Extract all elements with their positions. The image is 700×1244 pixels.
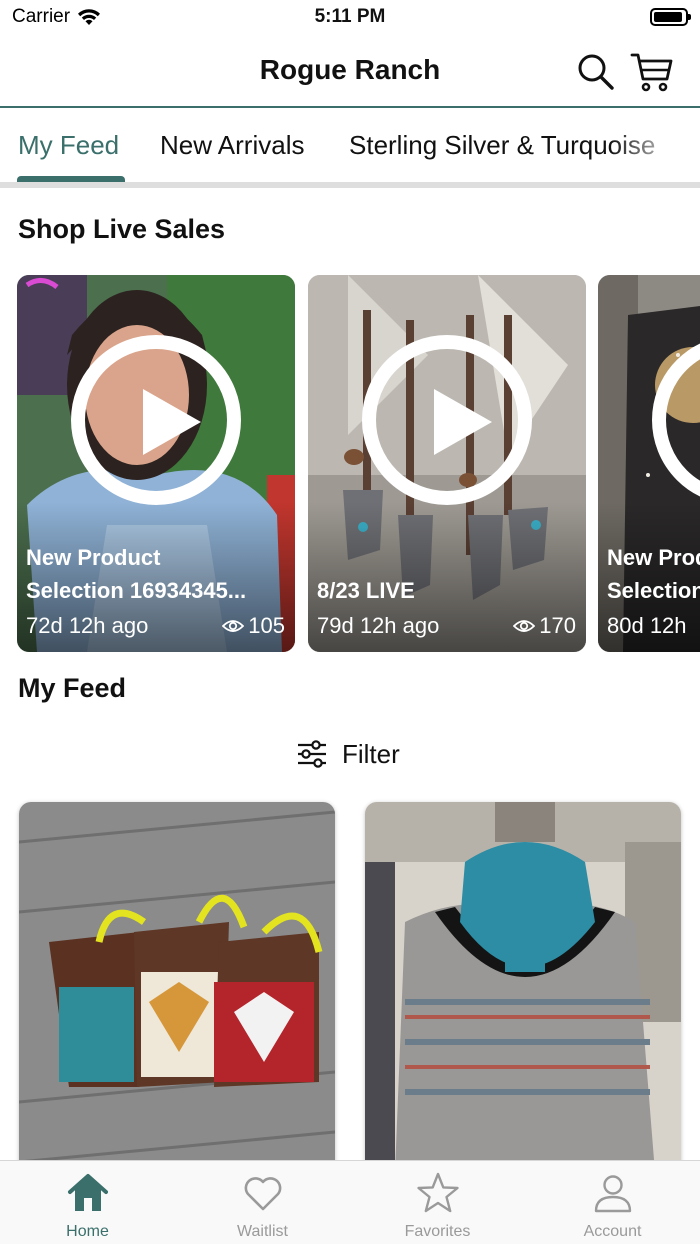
live-sale-views: 170 (513, 613, 576, 639)
battery-icon (650, 8, 691, 26)
live-sale-time: 80d 12h (607, 613, 687, 638)
product-image (19, 802, 335, 1172)
filter-label: Filter (342, 738, 400, 769)
nav-home-label: Home (66, 1223, 109, 1240)
user-icon (594, 1175, 632, 1213)
star-icon (417, 1172, 459, 1213)
live-sale-title-line2: Selection 16934345... (26, 578, 247, 603)
search-button[interactable] (574, 50, 618, 94)
nav-account-label: Account (583, 1223, 642, 1240)
live-sale-time: 72d 12h ago (26, 613, 149, 638)
live-sale-title: 8/23 LIVE (317, 574, 576, 607)
live-sale-card[interactable]: New Product Selection 80d 12h (598, 275, 700, 652)
live-sale-title: New Product Selection (607, 541, 700, 607)
nav-favorites[interactable]: Favorites (350, 1161, 525, 1244)
tab-new-arrivals[interactable]: New Arrivals (160, 130, 304, 161)
eye-icon (222, 620, 245, 632)
play-icon (362, 335, 532, 505)
view-count: 105 (248, 613, 285, 638)
active-tab-indicator (17, 176, 125, 182)
eye-icon (513, 620, 536, 632)
sliders-icon (298, 740, 326, 768)
app-header: Rogue Ranch (0, 36, 700, 108)
nav-account[interactable]: Account (525, 1161, 700, 1244)
live-sale-card[interactable]: 8/23 LIVE 79d 12h ago 170 (308, 275, 586, 652)
filter-button[interactable]: Filter (296, 734, 400, 774)
tab-sterling-silver-turquoise[interactable]: Sterling Silver & Turquoise (349, 130, 655, 161)
search-icon (578, 54, 614, 90)
live-sale-card[interactable]: New Product Selection 16934345... 72d 12… (17, 275, 295, 652)
tab-my-feed[interactable]: My Feed (18, 130, 119, 161)
live-sale-title: New Product Selection 16934345... (26, 541, 285, 607)
status-bar: Carrier 5:11 PM (0, 0, 700, 36)
nav-home[interactable]: Home (0, 1161, 175, 1244)
nav-waitlist[interactable]: Waitlist (175, 1161, 350, 1244)
category-tabs: My Feed New Arrivals Sterling Silver & T… (0, 110, 700, 188)
play-icon (71, 335, 241, 505)
heart-icon (244, 1177, 282, 1211)
home-icon (68, 1174, 108, 1211)
product-image (365, 802, 681, 1172)
live-sale-title-line2: Selection (607, 578, 700, 603)
product-card[interactable] (365, 802, 681, 1172)
live-sales-carousel: New Product Selection 16934345... 72d 12… (0, 275, 700, 653)
live-sale-title-line1: 8/23 LIVE (317, 578, 415, 603)
nav-waitlist-label: Waitlist (237, 1223, 288, 1240)
live-sale-title-line1: New Product (26, 545, 161, 570)
bottom-navigation: Home Waitlist Favorites Account (0, 1160, 700, 1244)
cart-icon (630, 53, 673, 92)
live-sale-time: 79d 12h ago (317, 613, 440, 638)
cart-button[interactable] (630, 50, 674, 94)
my-feed-heading: My Feed (18, 673, 127, 703)
live-sale-title-line1: New Product (607, 545, 700, 570)
view-count: 170 (539, 613, 576, 638)
status-time: 5:11 PM (314, 6, 386, 27)
live-sale-views: 105 (222, 613, 285, 639)
live-sales-heading: Shop Live Sales (18, 214, 226, 244)
nav-favorites-label: Favorites (404, 1223, 471, 1240)
product-card[interactable] (19, 802, 335, 1172)
